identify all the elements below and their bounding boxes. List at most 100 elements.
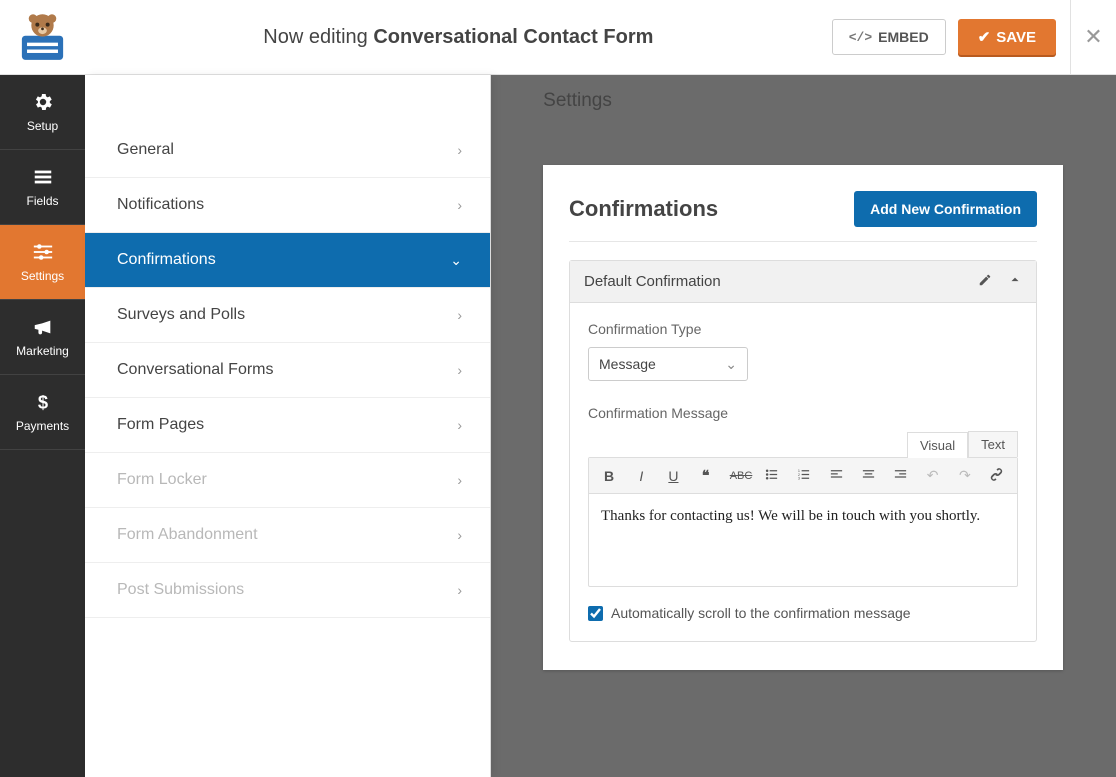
redo-icon[interactable]: ↷ (957, 467, 973, 484)
settings-item-form-locker[interactable]: Form Locker › (85, 453, 490, 508)
embed-button-label: EMBED (878, 29, 929, 45)
auto-scroll-checkbox[interactable] (588, 606, 603, 621)
topbar-title: Now editing Conversational Contact Form (85, 26, 832, 49)
auto-scroll-row[interactable]: Automatically scroll to the confirmation… (588, 605, 1018, 621)
edit-icon[interactable] (978, 273, 992, 291)
preview-canvas: Confirmations Add New Confirmation Defau… (490, 75, 1116, 777)
embed-button[interactable]: </> EMBED (832, 19, 946, 55)
nav-settings[interactable]: Settings (0, 225, 85, 300)
chevron-down-icon: ⌄ (725, 356, 737, 373)
nav-fields-label: Fields (26, 194, 58, 208)
topbar: Now editing Conversational Contact Form … (0, 0, 1116, 75)
app-logo (0, 0, 85, 75)
settings-item-label: General (117, 141, 174, 159)
close-button[interactable]: ✕ (1070, 0, 1116, 75)
settings-item-confirmations[interactable]: Confirmations ⌄ (85, 233, 490, 288)
confirmation-type-select[interactable]: Message ⌄ (588, 347, 748, 381)
auto-scroll-label: Automatically scroll to the confirmation… (611, 605, 911, 621)
bullet-list-icon[interactable] (764, 467, 780, 485)
nav-settings-label: Settings (21, 269, 64, 283)
code-icon: </> (849, 30, 872, 45)
confirmation-message-label: Confirmation Message (588, 405, 1018, 421)
settings-item-label: Confirmations (117, 251, 216, 269)
nav-payments-label: Payments (16, 419, 69, 433)
panel-heading: Confirmations (569, 196, 718, 222)
svg-text:3: 3 (798, 476, 800, 480)
settings-item-conversational-forms[interactable]: Conversational Forms › (85, 343, 490, 398)
confirmations-panel: Confirmations Add New Confirmation Defau… (543, 165, 1063, 670)
confirmation-card-body: Confirmation Type Message ⌄ Confirmation… (570, 303, 1036, 641)
settings-item-form-abandonment[interactable]: Form Abandonment › (85, 508, 490, 563)
gear-icon (32, 91, 54, 113)
rich-text-editor: B I U ❝ ABC 123 ↶ ↷ (588, 457, 1018, 587)
settings-item-notifications[interactable]: Notifications › (85, 178, 490, 233)
nav-fields[interactable]: Fields (0, 150, 85, 225)
blockquote-icon[interactable]: ❝ (698, 467, 714, 484)
chevron-right-icon: › (457, 527, 462, 543)
settings-sidebar: General › Notifications › Confirmations … (85, 75, 490, 777)
link-icon[interactable] (989, 467, 1005, 485)
editing-prefix: Now editing (263, 26, 373, 48)
save-button[interactable]: ✔ SAVE (958, 19, 1056, 55)
chevron-right-icon: › (457, 307, 462, 323)
topbar-actions: </> EMBED ✔ SAVE (832, 19, 1070, 55)
settings-item-general[interactable]: General › (85, 123, 490, 178)
dollar-icon: $ (32, 391, 54, 413)
editor-tabs: Visual Text (588, 431, 1018, 457)
chevron-right-icon: › (457, 362, 462, 378)
panel-header: Confirmations Add New Confirmation (569, 191, 1037, 242)
collapse-icon[interactable] (1008, 273, 1022, 291)
confirmation-card-header[interactable]: Default Confirmation (570, 261, 1036, 303)
align-center-icon[interactable] (860, 467, 876, 485)
chevron-down-icon: ⌄ (450, 252, 462, 269)
save-button-label: SAVE (996, 29, 1036, 46)
bold-icon[interactable]: B (601, 468, 617, 484)
confirmation-message-input[interactable]: Thanks for contacting us! We will be in … (589, 494, 1017, 586)
settings-item-label: Conversational Forms (117, 361, 274, 379)
editor-tab-text[interactable]: Text (968, 431, 1018, 457)
strikethrough-icon[interactable]: ABC (730, 470, 748, 482)
nav-setup[interactable]: Setup (0, 75, 85, 150)
confirmation-type-value: Message (599, 356, 656, 372)
chevron-right-icon: › (457, 472, 462, 488)
settings-item-post-submissions[interactable]: Post Submissions › (85, 563, 490, 618)
add-confirmation-button[interactable]: Add New Confirmation (854, 191, 1037, 227)
settings-item-label: Form Pages (117, 416, 204, 434)
settings-item-form-pages[interactable]: Form Pages › (85, 398, 490, 453)
align-right-icon[interactable] (892, 467, 908, 485)
align-left-icon[interactable] (828, 467, 844, 485)
numbered-list-icon[interactable]: 123 (796, 467, 812, 485)
settings-item-label: Form Locker (117, 471, 207, 489)
settings-item-label: Surveys and Polls (117, 306, 245, 324)
chevron-right-icon: › (457, 582, 462, 598)
settings-item-label: Notifications (117, 196, 204, 214)
undo-icon[interactable]: ↶ (925, 467, 941, 484)
italic-icon[interactable]: I (633, 468, 649, 484)
confirmation-card-title: Default Confirmation (584, 273, 721, 290)
editor-toolbar: B I U ❝ ABC 123 ↶ ↷ (589, 458, 1017, 494)
confirmation-type-label: Confirmation Type (588, 321, 1018, 337)
close-icon: ✕ (1084, 24, 1102, 50)
card-header-actions (978, 273, 1022, 291)
settings-list: General › Notifications › Confirmations … (85, 123, 490, 618)
sliders-icon (32, 241, 54, 263)
form-name: Conversational Contact Form (373, 26, 653, 48)
nav-setup-label: Setup (27, 119, 58, 133)
megaphone-icon (32, 316, 54, 338)
svg-text:$: $ (37, 391, 47, 412)
icon-nav: Setup Fields Settings Marketing $ Paymen… (0, 75, 85, 777)
builder-body: Setup Fields Settings Marketing $ Paymen… (0, 75, 1116, 777)
underline-icon[interactable]: U (665, 468, 681, 484)
nav-marketing[interactable]: Marketing (0, 300, 85, 375)
settings-item-label: Form Abandonment (117, 526, 258, 544)
chevron-right-icon: › (457, 417, 462, 433)
editor-tab-visual[interactable]: Visual (907, 432, 968, 458)
list-icon (32, 166, 54, 188)
settings-item-label: Post Submissions (117, 581, 244, 599)
nav-payments[interactable]: $ Payments (0, 375, 85, 450)
chevron-right-icon: › (457, 197, 462, 213)
settings-item-surveys[interactable]: Surveys and Polls › (85, 288, 490, 343)
check-icon: ✔ (978, 28, 991, 46)
confirmation-card: Default Confirmation Confirmation Type M… (569, 260, 1037, 642)
chevron-right-icon: › (457, 142, 462, 158)
